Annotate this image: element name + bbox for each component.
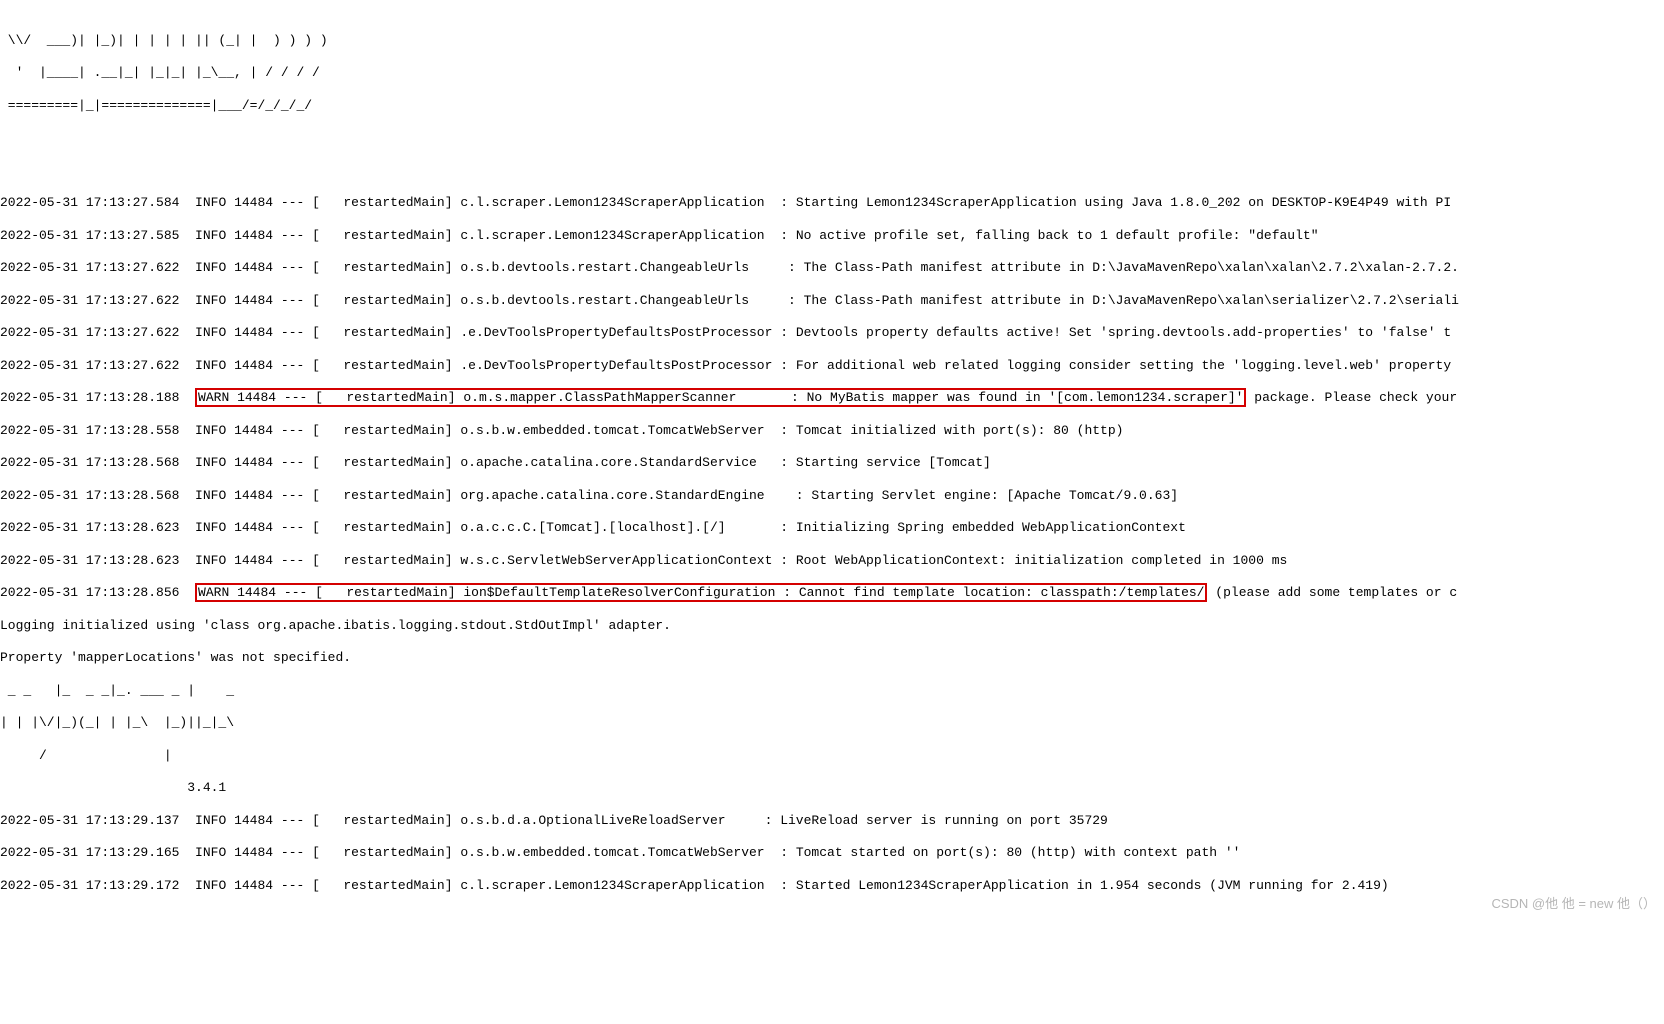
- warn-highlight: WARN 14484 --- [ restartedMain] o.m.s.ma…: [195, 388, 1246, 407]
- log-line: 2022-05-31 17:13:27.622 INFO 14484 --- […: [0, 260, 1664, 276]
- log-text: Property 'mapperLocations' was not speci…: [0, 650, 1664, 666]
- ascii-art-line: [0, 130, 1664, 146]
- log-line-warn: 2022-05-31 17:13:28.188 WARN 14484 --- […: [0, 390, 1664, 406]
- log-line-warn: 2022-05-31 17:13:28.856 WARN 14484 --- […: [0, 585, 1664, 601]
- ascii-art-line: ' |____| .__|_| |_|_| |_\__, | / / / /: [0, 65, 1664, 81]
- log-line: 2022-05-31 17:13:29.172 INFO 14484 --- […: [0, 878, 1664, 894]
- watermark: CSDN @他 他 = new 他（）: [1491, 896, 1656, 912]
- log-line: 2022-05-31 17:13:29.137 INFO 14484 --- […: [0, 813, 1664, 829]
- log-line: 2022-05-31 17:13:28.623 INFO 14484 --- […: [0, 520, 1664, 536]
- log-line: 2022-05-31 17:13:27.584 INFO 14484 --- […: [0, 195, 1664, 211]
- ascii-art-line: =========|_|==============|___/=/_/_/_/: [0, 98, 1664, 114]
- ascii-art-line: / |: [0, 748, 1664, 764]
- log-text: Logging initialized using 'class org.apa…: [0, 618, 1664, 634]
- log-line: 2022-05-31 17:13:28.558 INFO 14484 --- […: [0, 423, 1664, 439]
- log-line: 2022-05-31 17:13:29.165 INFO 14484 --- […: [0, 845, 1664, 861]
- console-output: \\/ ___)| |_)| | | | | || (_| | ) ) ) ) …: [0, 16, 1664, 926]
- log-line: 2022-05-31 17:13:27.622 INFO 14484 --- […: [0, 293, 1664, 309]
- log-line: 2022-05-31 17:13:28.623 INFO 14484 --- […: [0, 553, 1664, 569]
- blank-line: [0, 163, 1664, 179]
- log-line: 2022-05-31 17:13:28.568 INFO 14484 --- […: [0, 455, 1664, 471]
- ascii-art-line: _ _ |_ _ _|_. ___ _ | _: [0, 683, 1664, 699]
- ascii-art-line: | | |\/|_)(_| | |_\ |_)||_|_\: [0, 715, 1664, 731]
- log-line: 2022-05-31 17:13:27.622 INFO 14484 --- […: [0, 325, 1664, 341]
- log-line: 2022-05-31 17:13:27.622 INFO 14484 --- […: [0, 358, 1664, 374]
- warn-highlight: WARN 14484 --- [ restartedMain] ion$Defa…: [195, 583, 1207, 602]
- ascii-art-line: 3.4.1: [0, 780, 1664, 796]
- log-line: 2022-05-31 17:13:28.568 INFO 14484 --- […: [0, 488, 1664, 504]
- ascii-art-line: \\/ ___)| |_)| | | | | || (_| | ) ) ) ): [0, 33, 1664, 49]
- log-line: 2022-05-31 17:13:27.585 INFO 14484 --- […: [0, 228, 1664, 244]
